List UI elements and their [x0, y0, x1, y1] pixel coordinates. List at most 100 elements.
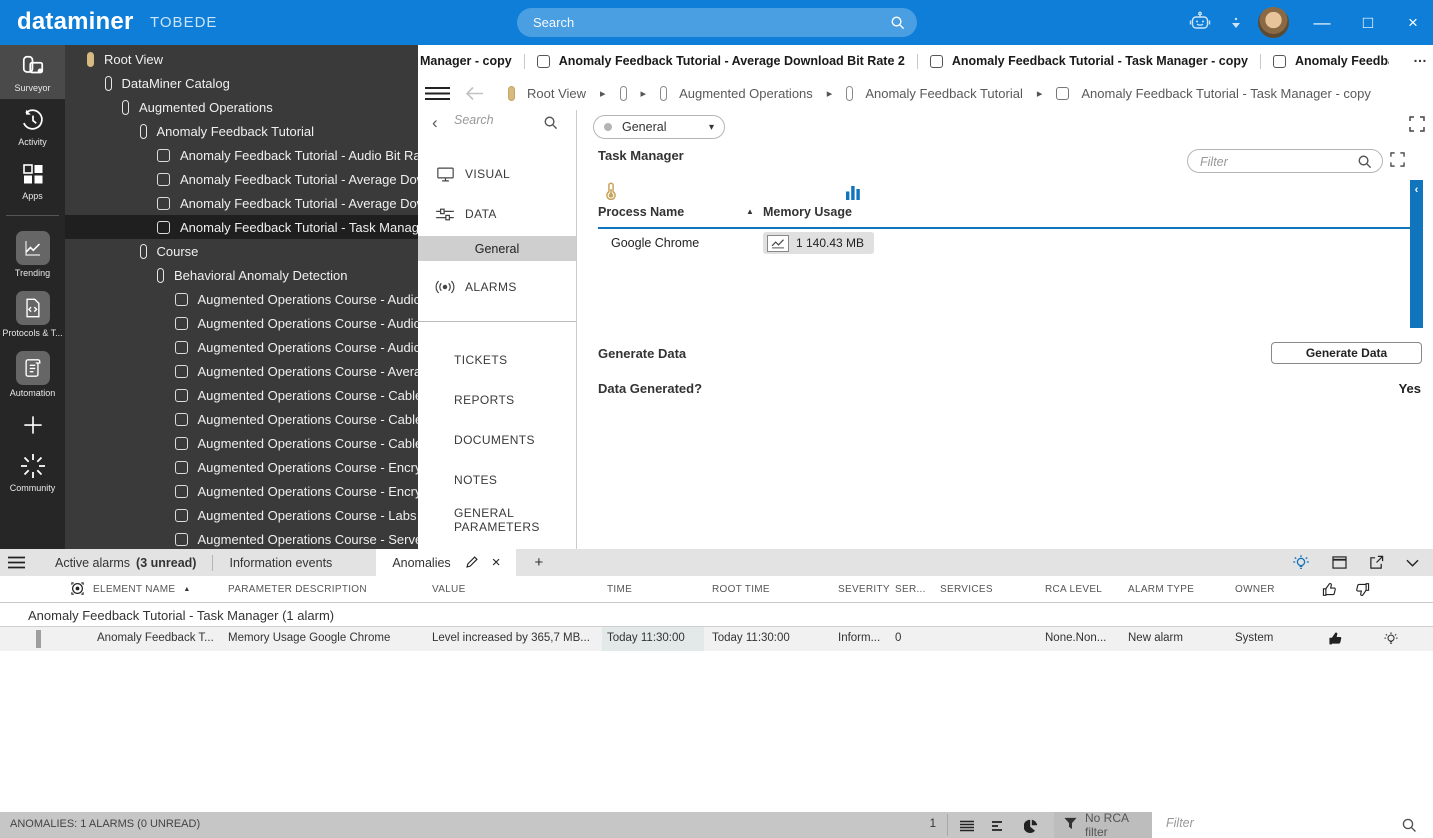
table-row[interactable]: Google Chrome 1 140.43 MB [578, 232, 1411, 256]
menu-item-general-parameters[interactable]: GENERAL PARAMETERS [418, 500, 576, 540]
menu-item-alarms[interactable]: ALARMS [418, 267, 576, 307]
menu-item-documents[interactable]: DOCUMENTS [418, 420, 576, 460]
tree-item[interactable]: DataMiner Catalog [65, 71, 418, 95]
rca-filter-button[interactable]: No RCA filter [1054, 812, 1152, 838]
tab-active-alarms[interactable]: Active alarms (3 unread) [39, 549, 212, 576]
assistant-bot-icon[interactable] [1188, 10, 1212, 39]
tree-item[interactable]: Augmented Operations [65, 95, 418, 119]
memory-usage-cell[interactable]: 1 140.43 MB [763, 232, 874, 254]
tree-item[interactable]: Augmented Operations Course - Cable Mo [65, 431, 418, 455]
tree-item[interactable]: Augmented Operations Course - Audio bit [65, 335, 418, 359]
alarm-menu-hamburger-icon[interactable] [0, 556, 39, 569]
pie-chart-icon[interactable] [1024, 819, 1038, 838]
tree-item[interactable]: Course [65, 239, 418, 263]
thumbs-up-filled-icon[interactable] [1328, 631, 1344, 649]
breadcrumb-item[interactable]: Anomaly Feedback Tutorial [846, 86, 1023, 101]
column-header-memory-usage[interactable]: Memory Usage [763, 205, 852, 219]
rail-item-apps[interactable]: Apps [0, 153, 65, 207]
document-tab[interactable]: Anomaly Feedback Tutorial - Task Manager… [918, 54, 1260, 68]
rail-item-community[interactable]: Community [0, 445, 65, 499]
column-severity[interactable]: SEVERITY [838, 576, 890, 603]
tree-item[interactable]: Behavioral Anomaly Detection [65, 263, 418, 287]
rail-item-activity[interactable]: Activity [0, 99, 65, 153]
tree-item[interactable]: Augmented Operations Course - Audio bit [65, 311, 418, 335]
back-arrow-icon[interactable] [465, 86, 484, 106]
close-button[interactable]: × [1393, 0, 1433, 45]
breadcrumb-item[interactable]: Root View [508, 86, 586, 101]
alarm-filter-input[interactable] [1166, 816, 1396, 830]
menu-hamburger-icon[interactable] [425, 86, 450, 106]
alarm-filter[interactable] [1152, 812, 1433, 838]
tree-item[interactable]: Augmented Operations Course - Encryptio [65, 479, 418, 503]
tree-item[interactable]: Augmented Operations Course - Cable Mo [65, 383, 418, 407]
list-view-icon[interactable] [960, 819, 974, 837]
menu-item-tickets[interactable]: TICKETS [418, 340, 576, 380]
document-tab[interactable]: Anomaly Feedback Tutorial - Average Down… [525, 54, 917, 68]
breadcrumb-item[interactable]: Augmented Operations [660, 86, 813, 101]
column-element-name[interactable]: ELEMENT NAME ▲ [70, 576, 191, 603]
user-avatar[interactable] [1258, 7, 1289, 38]
close-tab-icon[interactable]: × [492, 554, 501, 571]
collapse-panel-icon[interactable]: ‹ [432, 113, 438, 133]
column-services[interactable]: SERVICES [940, 576, 993, 603]
table-filter[interactable] [1187, 149, 1383, 173]
menu-item-notes[interactable]: NOTES [418, 460, 576, 500]
tree-item[interactable]: Anomaly Feedback Tutorial [65, 119, 418, 143]
column-rca-level[interactable]: RCA LEVEL [1045, 576, 1102, 603]
sort-filter-icon[interactable] [992, 819, 1006, 837]
tree-item[interactable]: Anomaly Feedback Tutorial - Average Down… [65, 191, 418, 215]
minimize-button[interactable]: — [1302, 0, 1342, 45]
column-ser[interactable]: SER... [895, 576, 926, 603]
menu-item-reports[interactable]: REPORTS [418, 380, 576, 420]
thumbs-up-column-icon[interactable] [1322, 576, 1338, 603]
dock-panel-icon[interactable] [1332, 556, 1347, 569]
column-root-time[interactable]: ROOT TIME [712, 576, 770, 603]
column-alarm-type[interactable]: ALARM TYPE [1128, 576, 1194, 603]
collapse-panel-chevron-icon[interactable] [1406, 559, 1419, 567]
column-header-process-name[interactable]: Process Name [598, 205, 684, 219]
tab-overflow-button[interactable]: … [1413, 49, 1427, 65]
panel-scrollbar[interactable]: ‹ [1410, 180, 1423, 328]
rail-item-add[interactable] [0, 404, 65, 445]
maximize-button[interactable]: □ [1348, 0, 1388, 45]
anomaly-bulb-row-icon[interactable] [1383, 631, 1399, 650]
tree-item[interactable]: Augmented Operations Course - Cable Mo [65, 407, 418, 431]
column-owner[interactable]: OWNER [1235, 576, 1275, 603]
add-tab-button[interactable]: + [516, 549, 561, 576]
tab-anomalies[interactable]: Anomalies × [376, 549, 516, 576]
generate-data-button[interactable]: Generate Data [1271, 342, 1422, 364]
tree-item[interactable]: Augmented Operations Course - Audio bit [65, 287, 418, 311]
rail-item-surveyor[interactable]: Surveyor [0, 45, 65, 99]
tree-item[interactable]: Augmented Operations Course - Server Mo [65, 527, 418, 549]
global-search-input[interactable] [533, 8, 883, 37]
popout-icon[interactable] [1369, 555, 1384, 570]
column-time[interactable]: TIME [607, 576, 632, 603]
column-value[interactable]: VALUE [432, 576, 466, 603]
rail-item-automation[interactable]: Automation [0, 344, 65, 404]
tree-item[interactable]: Augmented Operations Course - Average D [65, 359, 418, 383]
search-icon[interactable] [543, 115, 558, 135]
menu-item-data[interactable]: DATA [418, 194, 576, 234]
thumbs-down-column-icon[interactable] [1354, 576, 1370, 603]
view-selector-dropdown[interactable]: General ▾ [593, 115, 725, 139]
table-filter-input[interactable] [1200, 152, 1350, 171]
tree-item[interactable]: Anomaly Feedback Tutorial - Average Down… [65, 167, 418, 191]
menu-item-visual[interactable]: VISUAL [418, 154, 576, 194]
edit-tab-icon[interactable] [465, 556, 478, 569]
anomaly-bulb-icon[interactable] [1292, 554, 1310, 572]
tab-information-events[interactable]: Information events [213, 549, 348, 576]
assistant-caret-icon[interactable] [1231, 16, 1241, 34]
column-parameter-description[interactable]: PARAMETER DESCRIPTION [228, 576, 367, 603]
alarm-row[interactable]: Anomaly Feedback T... Memory Usage Googl… [0, 627, 1433, 651]
rail-item-trending[interactable]: Trending [0, 224, 65, 284]
rail-item-protocols[interactable]: Protocols & T... [0, 284, 65, 344]
breadcrumb-item[interactable] [620, 86, 627, 101]
explorer-search-input[interactable] [454, 113, 540, 127]
tree-item[interactable]: Anomaly Feedback Tutorial - Audio Bit Ra… [65, 143, 418, 167]
menu-subitem-general[interactable]: General [418, 236, 576, 261]
document-tab[interactable]: Manager - copy [418, 54, 524, 68]
tree-item[interactable]: Root View [65, 47, 418, 71]
document-tab[interactable]: Anomaly Feedbacl [1261, 54, 1389, 68]
breadcrumb-item[interactable]: Anomaly Feedback Tutorial - Task Manager… [1056, 86, 1371, 101]
fullscreen-icon[interactable] [1409, 116, 1425, 137]
